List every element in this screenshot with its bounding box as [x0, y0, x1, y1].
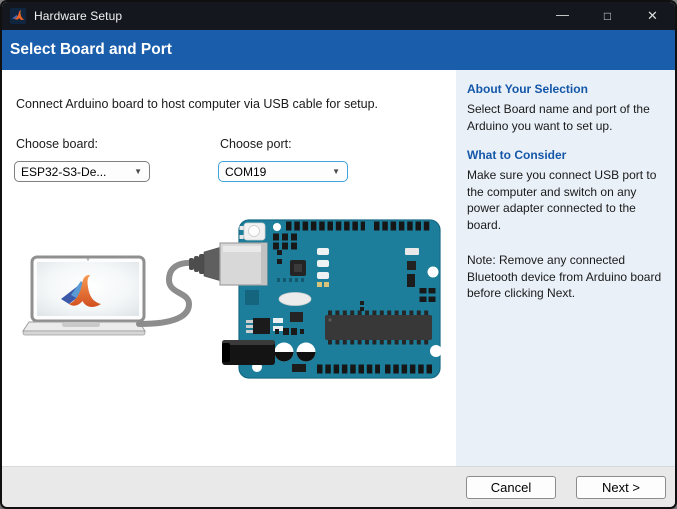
laptop-illustration	[22, 255, 146, 336]
matlab-app-icon	[10, 8, 26, 24]
reset-button	[243, 222, 266, 241]
page-title: Select Board and Port	[10, 41, 172, 58]
next-button[interactable]: Next >	[576, 475, 666, 499]
sidebar-body: Make sure you connect USB port to the co…	[467, 168, 657, 232]
footer-bar: Cancel Next >	[2, 466, 675, 507]
maximize-button[interactable]: □	[585, 2, 630, 30]
minimize-icon: —	[556, 6, 569, 22]
sidebar-heading: About Your Selection	[467, 82, 588, 96]
minimize-button[interactable]: —	[540, 2, 585, 30]
usb-port	[219, 242, 268, 286]
choose-board-label: Choose board:	[16, 137, 99, 151]
board-dropdown[interactable]: ESP32-S3-De... ▼	[14, 161, 150, 182]
close-button[interactable]: ✕	[630, 2, 675, 30]
close-icon: ✕	[647, 8, 658, 23]
usb-cable	[136, 259, 196, 327]
chevron-down-icon: ▼	[134, 166, 142, 176]
sidebar-section-about: About Your Selection Select Board name a…	[467, 82, 663, 134]
hardware-setup-window: Hardware Setup — □ ✕ Select Board and Po…	[0, 0, 677, 509]
usb-plug	[189, 246, 222, 282]
board-dropdown-value: ESP32-S3-De...	[21, 164, 107, 179]
hardware-illustration	[22, 219, 442, 379]
instruction-text: Connect Arduino board to host computer v…	[16, 97, 379, 111]
sidebar-note: Note: Remove any connected Bluetooth dev…	[467, 253, 662, 300]
port-dropdown-value: COM19	[225, 164, 267, 179]
choose-port-label: Choose port:	[220, 137, 292, 151]
title-bar: Hardware Setup — □ ✕	[2, 2, 675, 30]
sidebar-heading: What to Consider	[467, 148, 567, 162]
sidebar-body: Select Board name and port of the Arduin…	[467, 102, 650, 133]
power-jack	[222, 340, 275, 365]
port-dropdown[interactable]: COM19 ▼	[218, 161, 348, 182]
window-controls: — □ ✕	[540, 2, 675, 30]
sidebar-section-consider: What to Consider Make sure you connect U…	[467, 148, 663, 233]
content-area: Connect Arduino board to host computer v…	[2, 70, 675, 466]
maximize-icon: □	[603, 9, 612, 23]
window-title: Hardware Setup	[34, 9, 123, 23]
mcu-chip	[325, 310, 432, 345]
arduino-board	[219, 219, 442, 379]
chevron-down-icon: ▼	[332, 166, 340, 176]
page-header: Select Board and Port	[2, 30, 675, 70]
main-panel: Connect Arduino board to host computer v…	[2, 70, 456, 466]
help-sidebar: About Your Selection Select Board name a…	[456, 70, 675, 466]
cancel-button[interactable]: Cancel	[466, 475, 556, 499]
